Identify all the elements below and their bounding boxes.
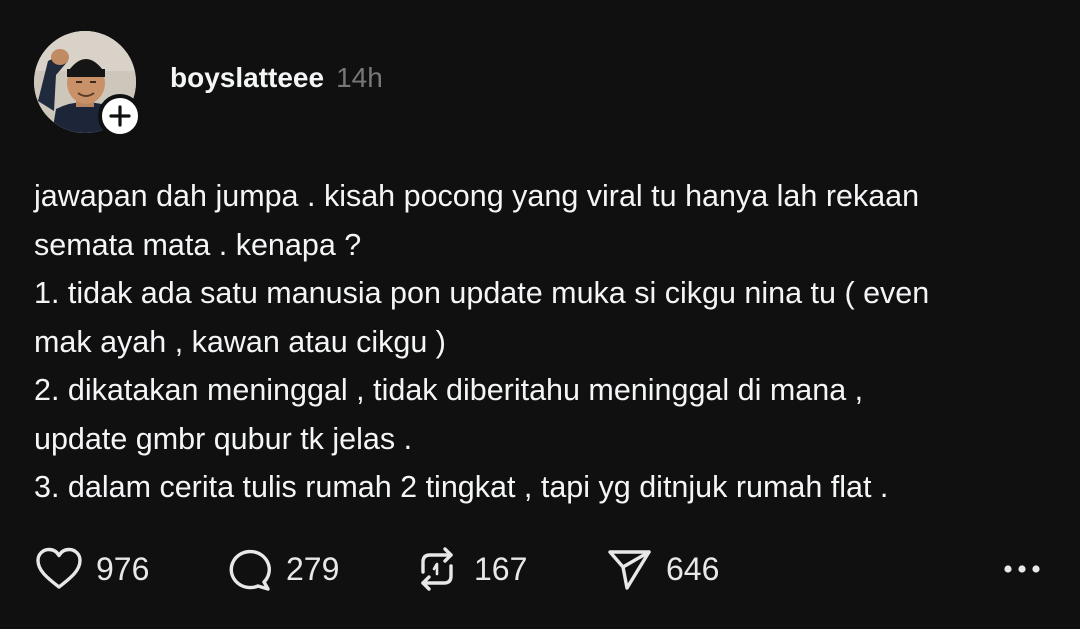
action-bar: 976 279 167 646	[34, 545, 1044, 593]
follow-button[interactable]	[98, 94, 142, 138]
plus-icon	[109, 105, 131, 127]
reply-button[interactable]: 279	[224, 545, 339, 593]
repost-count: 167	[474, 550, 528, 587]
post-text-line: update gmbr qubur tk jelas .	[34, 421, 413, 456]
more-horizontal-icon	[1004, 565, 1040, 573]
share-button[interactable]: 646	[604, 545, 719, 593]
like-button[interactable]: 976	[34, 545, 149, 593]
repost-button[interactable]: 167	[412, 545, 527, 593]
post-text-line: semata mata . kenapa ?	[34, 227, 362, 262]
heart-icon	[36, 547, 82, 589]
post-time: 14h	[336, 62, 383, 93]
post-text-line: 1. tidak ada satu manusia pon update muk…	[34, 276, 930, 310]
comment-icon	[229, 549, 271, 591]
share-count: 646	[666, 550, 720, 587]
avatar-container	[34, 31, 142, 138]
reply-count: 279	[286, 550, 340, 587]
repost-icon	[421, 547, 453, 591]
send-icon	[608, 550, 651, 590]
more-options-button[interactable]	[1000, 545, 1044, 593]
post-text-line: jawapan dah jumpa . kisah pocong yang vi…	[34, 179, 920, 213]
username[interactable]: boyslatteee	[170, 62, 324, 94]
thread-post: boyslatteee 14h jawapan dah jumpa . kisa…	[0, 0, 1080, 629]
post-header: boyslatteee 14h	[170, 62, 383, 102]
like-count: 976	[96, 550, 150, 587]
post-text-line: 3. dalam cerita tulis rumah 2 tingkat , …	[34, 470, 889, 504]
post-text-line: 2. dikatakan meninggal , tidak diberitah…	[34, 373, 864, 407]
post-text-line: mak ayah , kawan atau cikgu )	[34, 324, 446, 359]
post-text: jawapan dah jumpa . kisah pocong yang vi…	[34, 172, 1044, 512]
